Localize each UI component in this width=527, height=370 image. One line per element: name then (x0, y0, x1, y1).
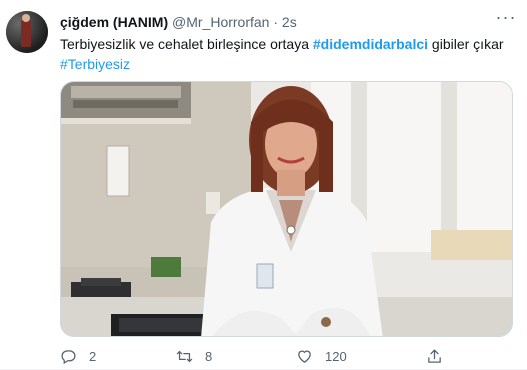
hashtag-didemdidarbalci[interactable]: #didemdidarbalci (313, 36, 428, 52)
display-name[interactable]: çiğdem (HANIM) (60, 14, 168, 30)
like-button[interactable]: 120 (296, 346, 347, 366)
reply-icon (61, 349, 76, 364)
avatar[interactable] (6, 11, 48, 53)
more-options-icon[interactable]: ··· (494, 8, 518, 30)
hashtag-terbiyesiz[interactable]: #Terbiyesiz (60, 56, 130, 72)
like-count: 120 (325, 348, 347, 364)
reply-count: 2 (89, 348, 97, 364)
reply-button[interactable]: 2 (60, 346, 96, 366)
heart-icon (298, 350, 311, 363)
avatar-figure-head (22, 14, 30, 22)
office-photo (61, 82, 512, 336)
retweet-icon (176, 350, 193, 362)
tweet-text-part: Terbiyesizlik ve cehalet birleşince orta… (60, 36, 313, 52)
share-icon (428, 348, 441, 363)
tweet-photo[interactable] (60, 81, 513, 337)
tweet-card[interactable]: çiğdem (HANIM) @Mr_Horrorfan · 2s ··· Te… (0, 0, 527, 370)
separator-dot: · (273, 14, 279, 30)
tweet-text: Terbiyesizlik ve cehalet birleşince orta… (60, 34, 520, 74)
timestamp[interactable]: 2s (282, 14, 297, 30)
user-handle[interactable]: @Mr_Horrorfan (172, 14, 269, 30)
tweet-text-part: gibiler çıkar (428, 36, 504, 52)
avatar-figure (21, 19, 31, 47)
retweet-button[interactable]: 8 (176, 346, 212, 366)
tweet-actions: 2 8 120 (60, 346, 513, 366)
share-button[interactable] (426, 346, 443, 366)
tweet-header: çiğdem (HANIM) @Mr_Horrorfan · 2s (60, 14, 297, 30)
retweet-count: 8 (205, 348, 213, 364)
